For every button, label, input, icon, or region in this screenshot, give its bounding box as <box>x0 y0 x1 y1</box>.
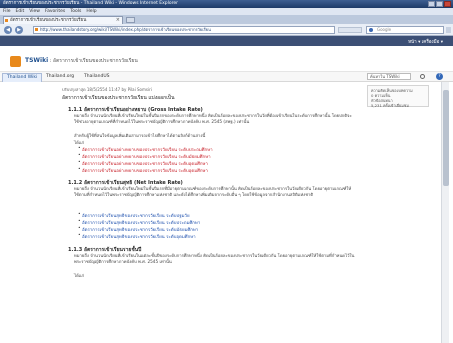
tab-bar: อัตราการเข้าเรียนของประชากรวัยเรียน × <box>0 15 453 24</box>
command-bar-menu[interactable]: หน้า ▾ เครื่องมือ ▾ <box>408 38 443 45</box>
browser-tab[interactable]: อัตราการเข้าเรียนของประชากรวัยเรียน × <box>3 16 123 24</box>
article-title: อัตราการเข้าเรียนของประชากรวัยเรียน แบ่ง… <box>62 95 175 101</box>
info-line: 5,231 ครั้งเข้าเยี่ยมชม <box>371 103 409 108</box>
close-window-button[interactable] <box>444 1 451 7</box>
address-tools[interactable] <box>338 27 362 33</box>
section-paragraph: หมายถึง จำนวนนักเรียนที่เข้าเรียนใหม่ในช… <box>74 186 352 197</box>
forward-button[interactable]: ▶ <box>15 26 23 34</box>
web-page: TSWiki : อัตราการเข้าเรียนของประชากรวัยเ… <box>0 46 453 343</box>
wiki-header: TSWiki : อัตราการเข้าเรียนของประชากรวัยเ… <box>0 46 453 72</box>
wiki-nav-strip: Thailand Wiki Thailand.org ThailandUS ค้… <box>0 72 453 82</box>
help-icon[interactable]: ? <box>436 73 443 80</box>
list-item-link[interactable]: อัตราการเข้าเรียนอย่างหยาบของประชากรวัยเ… <box>78 153 211 160</box>
menu-edit[interactable]: Edit <box>16 8 25 15</box>
list-item-link[interactable]: อัตราการเข้าเรียนสุทธิของประชากรวัยเรียน… <box>78 212 190 219</box>
list-item-link[interactable]: อัตราการเข้าเรียนอย่างหยาบของประชากรวัยเ… <box>78 146 213 153</box>
browser-search-placeholder: Google <box>377 27 392 32</box>
article-info-box: ความคิดเห็นของบทความ 0 ความเห็น หัวข้อสน… <box>367 85 429 108</box>
article-body: ปรับปรุงล่าสุด 18/5/2554 11:47 by Pilai … <box>56 84 356 343</box>
back-button[interactable]: ◀ <box>4 26 12 34</box>
command-bar: หน้า ▾ เครื่องมือ ▾ <box>0 36 453 46</box>
address-bar[interactable]: http://www.thailandstory.org/wiki/TSWiki… <box>33 26 335 34</box>
wiki-title-suffix: : อัตราการเข้าเรียนของประชากรวัยเรียน <box>48 58 138 64</box>
vertical-scrollbar[interactable] <box>441 82 449 343</box>
menu-bar: File Edit View Favorites Tools Help <box>0 8 453 15</box>
menu-view[interactable]: View <box>29 8 40 15</box>
wiki-logo-icon[interactable] <box>10 56 21 67</box>
menu-file[interactable]: File <box>3 8 11 15</box>
address-url: http://www.thailandstory.org/wiki/TSWiki… <box>40 27 211 32</box>
browser-tab-label: อัตราการเข้าเรียนของประชากรวัยเรียน <box>10 18 87 23</box>
maximize-button[interactable] <box>436 1 443 7</box>
menu-tools[interactable]: Tools <box>70 8 81 15</box>
section-paragraph: หมายถึง จำนวนนักเรียนที่เข้าเรียนใหม่ในช… <box>74 113 352 124</box>
wiki-search-input[interactable]: ค้นหาใน TSWiki <box>367 73 411 80</box>
tab-thailand-us[interactable]: ThailandUS <box>80 73 113 82</box>
list-item-link[interactable]: อัตราการเข้าเรียนสุทธิของประชากรวัยเรียน… <box>78 226 198 233</box>
list-item-link[interactable]: อัตราการเข้าเรียนสุทธิของประชากรวัยเรียน… <box>78 219 200 226</box>
section-paragraph: หมายถึง จำนวนนักเรียนที่เข้าเรียนในแต่ละ… <box>74 253 355 264</box>
window-title: อัตราการเข้าเรียนของประชากรวัยเรียน - Th… <box>3 1 179 6</box>
new-tab-button[interactable] <box>126 17 135 23</box>
wiki-brand[interactable]: TSWiki <box>25 57 48 64</box>
menu-help[interactable]: Help <box>86 8 96 15</box>
minimize-button[interactable] <box>428 1 435 7</box>
tab-thailand-wiki[interactable]: Thailand Wiki <box>2 73 43 82</box>
close-tab-icon[interactable]: × <box>116 17 120 24</box>
article-meta: ปรับปรุงล่าสุด 18/5/2554 11:47 by Pilai … <box>62 87 152 92</box>
navigation-bar: ◀ ▶ http://www.thailandstory.org/wiki/TS… <box>0 24 453 36</box>
section-note-list-intro: ได้แก่ <box>74 140 85 145</box>
search-icon[interactable] <box>420 74 425 79</box>
wiki-page-heading: TSWiki : อัตราการเข้าเรียนของประชากรวัยเ… <box>25 57 138 65</box>
list-item-link[interactable]: อัตราการเข้าเรียนสุทธิของประชากรวัยเรียน… <box>78 233 196 240</box>
list-item-link[interactable]: อัตราการเข้าเรียนอย่างหยาบของประชากรวัยเ… <box>78 167 208 174</box>
menu-favorites[interactable]: Favorites <box>45 8 65 15</box>
scrollbar-thumb[interactable] <box>443 90 449 186</box>
browser-search-input[interactable]: Google <box>366 26 444 34</box>
window-titlebar: อัตราการเข้าเรียนของประชากรวัยเรียน - Th… <box>0 0 453 8</box>
section-note: สำหรับผู้ใช้ที่สนใจข้อมูลเพิ่มเติมสามารถ… <box>74 133 206 138</box>
list-item-link[interactable]: อัตราการเข้าเรียนอย่างหยาบของประชากรวัยเ… <box>78 160 208 167</box>
tab-thailand-org[interactable]: Thailand.org <box>42 73 78 82</box>
search-go-button[interactable] <box>446 27 451 33</box>
window-controls <box>428 1 451 7</box>
section-note-list-intro: ได้แก่ <box>74 273 85 278</box>
